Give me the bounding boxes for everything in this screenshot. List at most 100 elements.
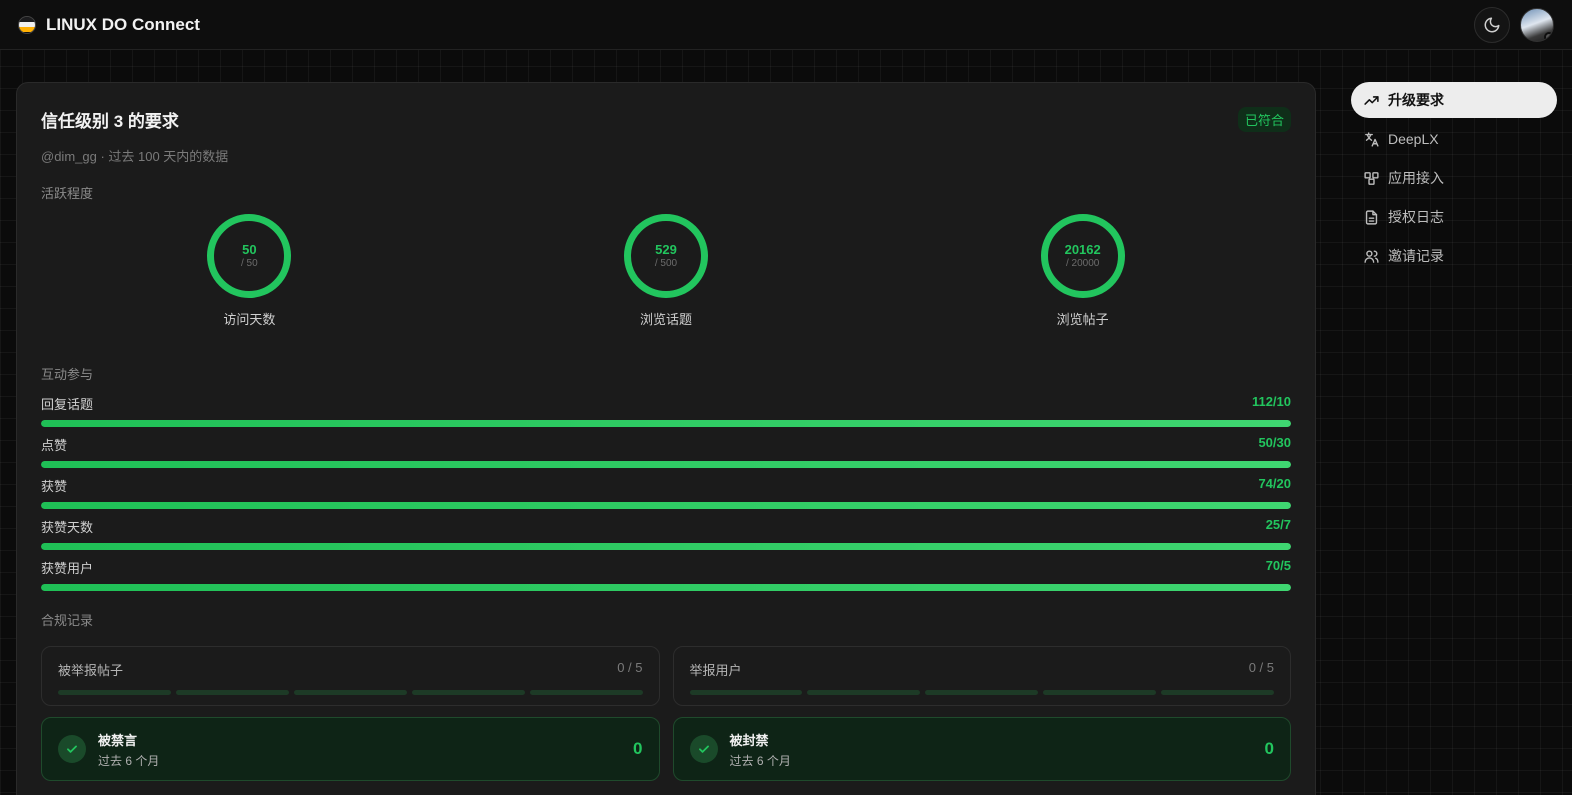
top-bar: LINUX DO Connect [0,0,1572,50]
status-badge: 已符合 [1237,107,1291,132]
side-nav: 升级要求 DeepLX 应用接入 授权日志 邀请记录 [1351,82,1557,277]
nav-label: DeepLX [1388,131,1439,147]
progress-ring: 20162 / 20000 [1040,214,1125,298]
bar-value: 74/20 [1258,476,1291,491]
ban-subtitle: 过去 6 个月 [98,753,160,768]
segment [807,690,921,695]
segment-bar [58,690,643,695]
segment [293,690,407,695]
app-title: LINUX DO Connect [46,14,200,34]
card-title: 信任级别 3 的要求 [41,112,179,131]
progress-ring: 529 / 500 [624,214,708,298]
progress-track [41,543,1291,550]
user-avatar[interactable] [1520,7,1554,42]
segment [58,690,171,695]
ban-count: 0 [1264,739,1274,758]
card-subtitle: @dim_gg · 过去 100 天内的数据 [41,149,229,164]
bar-liked-days: 获赞天数 25/7 [41,517,1291,550]
ring-posts-read: 20162 / 20000 浏览帖子 [874,214,1291,354]
bar-value: 70/5 [1265,558,1291,573]
silenced-box: 被禁言 过去 6 个月 0 [41,717,660,781]
segment [925,690,1039,695]
report-label: 举报用户 [689,663,742,678]
nav-item-invite-records[interactable]: 邀请记录 [1351,238,1557,274]
ring-label: 浏览帖子 [1056,312,1109,327]
ring-topics-viewed: 529 / 500 浏览话题 [458,214,875,354]
ban-count: 0 [633,739,643,758]
ring-label: 浏览话题 [640,312,693,327]
trust-level-card: 信任级别 3 的要求 已符合 @dim_gg · 过去 100 天内的数据 活跃… [16,82,1316,795]
progress-fill [41,543,1291,550]
nav-item-app-integration[interactable]: 应用接入 [1351,160,1557,196]
ban-grid: 被禁言 过去 6 个月 0 被封禁 过去 6 个月 0 [41,717,1291,781]
nav-item-upgrade-requirements[interactable]: 升级要求 [1351,82,1557,118]
progress-track [41,461,1291,468]
segment [689,690,803,695]
suspended-box: 被封禁 过去 6 个月 0 [672,717,1291,781]
bar-label: 获赞 [41,479,68,494]
ring-visit-days: 50 / 50 访问天数 [41,214,458,354]
nav-label: 应用接入 [1388,170,1444,186]
ban-title: 被封禁 [729,732,769,748]
ban-title: 被禁言 [98,732,138,748]
progress-fill [41,584,1291,591]
progress-ring: 50 / 50 [207,214,292,298]
ring-label: 访问天数 [223,312,276,327]
ring-value: 20162 [1064,241,1101,257]
top-actions [1474,6,1554,43]
progress-track [41,502,1291,509]
segment [1161,690,1275,695]
bar-label: 获赞用户 [41,561,94,576]
bar-value: 25/7 [1265,517,1291,532]
progress-fill [41,461,1291,468]
users-icon [1362,247,1380,265]
theme-toggle-button[interactable] [1474,6,1510,43]
reported-users-box: 举报用户 0 / 5 [672,646,1291,706]
translate-icon [1362,130,1380,148]
segment [529,690,643,695]
progress-fill [41,420,1291,427]
nav-item-deeplx[interactable]: DeepLX [1351,121,1557,157]
bar-value: 50/30 [1258,435,1291,450]
bar-label: 回复话题 [41,397,94,412]
activity-rings: 50 / 50 访问天数 529 / 500 浏览话题 20162 / 2000… [41,214,1291,354]
moon-icon [1484,17,1500,32]
ring-goal: / 50 [240,257,258,269]
bar-label: 获赞天数 [41,520,94,535]
progress-track [41,584,1291,591]
segment [1043,690,1157,695]
check-icon [58,735,86,763]
report-grid: 被举报帖子 0 / 5 举报用户 0 / 5 [41,646,1291,706]
bar-likes-received: 获赞 74/20 [41,476,1291,509]
reported-posts-box: 被举报帖子 0 / 5 [41,646,660,706]
bar-label: 点赞 [41,438,68,453]
bar-replies: 回复话题 112/10 [41,394,1291,427]
segment [411,690,525,695]
card-header: 信任级别 3 的要求 已符合 [41,107,1291,132]
nav-label: 邀请记录 [1388,248,1444,264]
ban-subtitle: 过去 6 个月 [729,753,791,768]
check-icon [689,735,718,763]
avatar-status-indicator [1544,31,1553,41]
report-count: 0 / 5 [1248,660,1274,675]
bar-value: 112/10 [1251,394,1291,409]
nav-label: 授权日志 [1388,209,1444,225]
ring-value: 50 [242,241,257,257]
bar-liked-users: 获赞用户 70/5 [41,558,1291,591]
activity-section-label: 活跃程度 [41,186,94,201]
report-label: 被举报帖子 [58,663,124,678]
progress-fill [41,502,1291,509]
ring-goal: / 500 [654,257,678,269]
ring-value: 529 [655,241,677,257]
brand[interactable]: LINUX DO Connect [18,15,200,35]
document-icon [1362,208,1380,226]
ring-goal: / 20000 [1065,257,1100,269]
linux-do-logo-icon [18,15,36,34]
compliance-section-label: 合规记录 [41,613,94,628]
progress-track [41,420,1291,427]
report-count: 0 / 5 [617,660,643,675]
interaction-section-label: 互动参与 [41,367,94,382]
nav-label: 升级要求 [1388,92,1444,108]
apps-icon [1362,169,1380,187]
nav-item-auth-logs[interactable]: 授权日志 [1351,199,1557,235]
